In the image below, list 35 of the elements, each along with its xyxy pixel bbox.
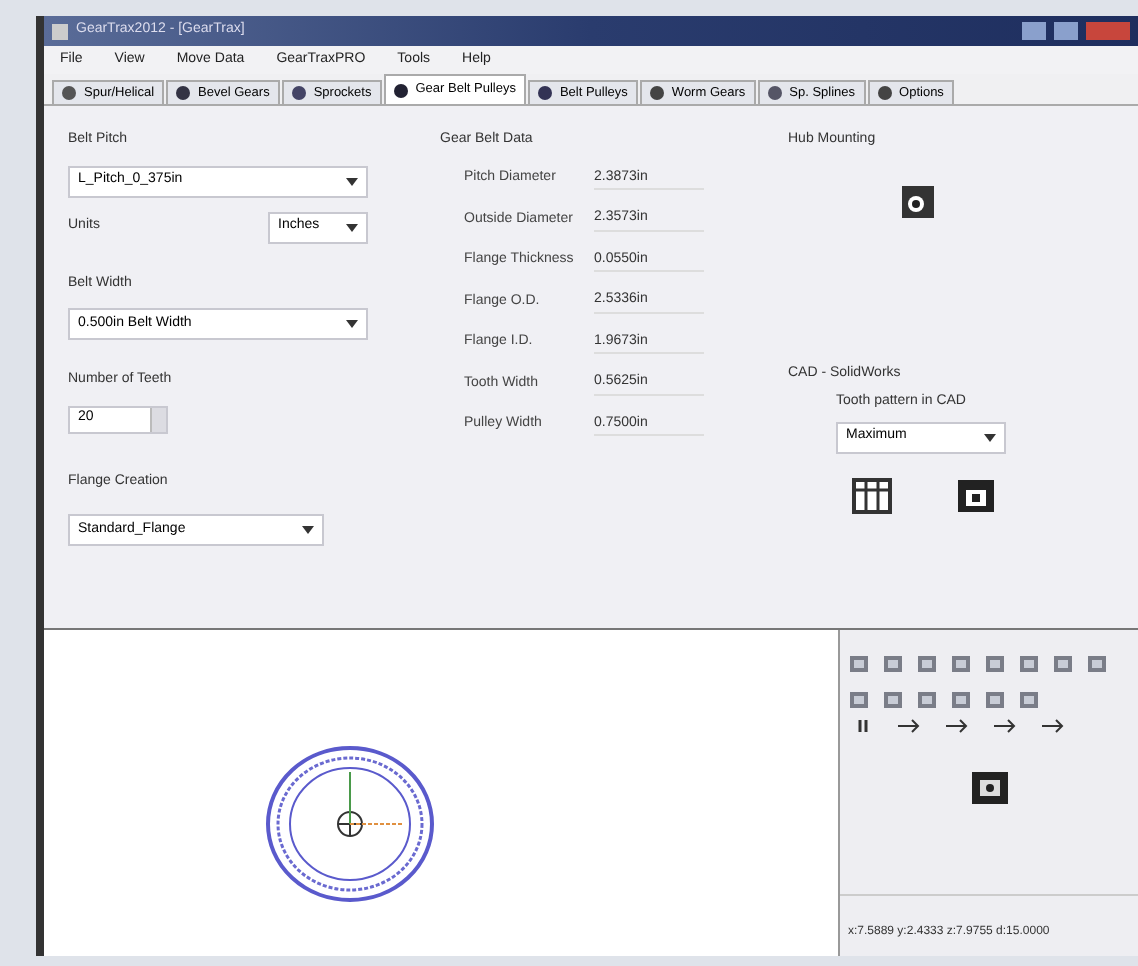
tab-icon: [62, 86, 76, 100]
toolbar-icon[interactable]: [882, 654, 904, 674]
caret-icon: [302, 526, 314, 534]
tab-icon: [767, 86, 782, 100]
tab-icon: [393, 83, 408, 97]
caret-icon: [984, 433, 996, 441]
arrow-icon[interactable]: [1040, 718, 1064, 734]
arrow-icon[interactable]: [944, 718, 968, 734]
pause-icon[interactable]: [856, 718, 872, 734]
toolbar-icon[interactable]: [848, 690, 870, 710]
toolbar-icon[interactable]: [984, 654, 1006, 674]
tab-icon: [649, 86, 664, 100]
caret-icon: [346, 177, 358, 185]
toolbar-icon[interactable]: [950, 654, 972, 674]
tab-icon: [877, 86, 892, 100]
arrow-icon[interactable]: [896, 718, 920, 734]
toolbar-icon[interactable]: [916, 690, 938, 710]
toolbar-icon[interactable]: [848, 654, 870, 674]
tab-icon: [537, 86, 552, 100]
table-icon[interactable]: [852, 477, 892, 513]
app-icon: [52, 23, 68, 39]
caret-icon: [346, 223, 358, 231]
tab-icon: [176, 86, 191, 100]
toolbar-icon[interactable]: [950, 690, 972, 710]
toolbar-icon[interactable]: [1052, 654, 1074, 674]
arrow-icon[interactable]: [992, 718, 1016, 734]
toolbar-icon[interactable]: [916, 654, 938, 674]
toolbar-icon[interactable]: [984, 690, 1006, 710]
toolbar-icon[interactable]: [882, 690, 904, 710]
toolbar-icon[interactable]: [1086, 654, 1108, 674]
toolbar-icon[interactable]: [1018, 690, 1040, 710]
toolbar-icon[interactable]: [1018, 654, 1040, 674]
caret-icon: [346, 320, 358, 328]
spinner-arrows-icon: [150, 407, 166, 431]
tab-icon: [291, 86, 306, 100]
